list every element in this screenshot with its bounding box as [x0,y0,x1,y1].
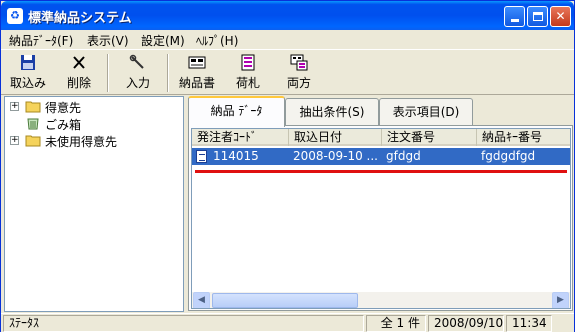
main-window: ♻ 標準納品システム ✕ 納品ﾃﾞｰﾀ(F) 表示(V) 設定(M) ﾍﾙﾌﾟ(… [0,0,575,332]
expand-icon[interactable]: + [10,136,19,145]
import-button[interactable]: 取込み [6,54,50,94]
toolbar-separator [107,54,109,92]
tab-display-items[interactable]: 表示項目(D) [379,98,473,125]
tab-extract-conditions[interactable]: 抽出条件(S) [285,98,379,125]
column-header[interactable]: 取込日付 [289,129,382,146]
maximize-icon [532,12,543,21]
minimize-button[interactable] [504,6,525,27]
tree-item-trash[interactable]: ごみ箱 [5,115,175,133]
tag-button[interactable]: 荷札 [226,54,270,94]
toolbar: 取込み 削除 入力 納品書 荷札 両方 [1,49,574,95]
tab-strip: 納品 ﾃﾞｰﾀ 抽出条件(S) 表示項目(D) [188,96,573,127]
expand-icon[interactable]: + [10,102,19,111]
close-button[interactable]: ✕ [550,6,571,27]
cell-order-number: gfdgd [386,149,421,163]
scroll-right-button[interactable]: ▶ [552,292,569,308]
delete-button[interactable]: 削除 [57,54,101,94]
highlight-underline [195,170,567,173]
menu-help[interactable]: ﾍﾙﾌﾟ(H) [196,32,238,49]
tree-item-unused-customers[interactable]: + 未使用得意先 [5,132,175,150]
list-view[interactable]: 発注者ｺｰﾄﾞ 取込日付 注文番号 納品ｷｰ番号 114015 2008-09-… [191,128,571,309]
tab-delivery-data[interactable]: 納品 ﾃﾞｰﾀ [188,96,285,127]
cell-import-date: 2008-09-10 ... [293,149,378,163]
table-row[interactable]: 114015 2008-09-10 ... gfdgd fgdgdfgd [192,148,570,165]
both-icon [290,54,308,71]
minimize-icon [510,19,519,22]
record-count: 全 1 件 [366,315,426,332]
scroll-left-button[interactable]: ◀ [193,292,210,308]
floppy-disk-icon [21,55,35,70]
tab-panel: 発注者ｺｰﾄﾞ 取込日付 注文番号 納品ｷｰ番号 114015 2008-09-… [188,125,573,311]
delete-x-icon [73,56,85,69]
folder-icon [25,101,41,113]
wrench-icon [129,54,144,69]
maximize-button[interactable] [527,6,548,27]
recycle-bin-icon [27,118,39,130]
close-icon: ✕ [555,9,566,23]
column-header[interactable]: 発注者ｺｰﾄﾞ [192,129,289,146]
folder-icon [25,135,41,147]
both-button[interactable]: 両方 [277,54,321,94]
status-date: 2008/09/10 [428,315,504,332]
menu-view[interactable]: 表示(V) [87,32,129,49]
invoice-icon [188,56,206,69]
app-icon[interactable]: ♻ [7,8,23,24]
tag-icon [241,54,255,71]
tree-view[interactable]: + 得意先 ごみ箱 + 未使用得意先 [4,96,184,312]
toolbar-separator [167,54,169,92]
menu-bar: 納品ﾃﾞｰﾀ(F) 表示(V) 設定(M) ﾍﾙﾌﾟ(H) [1,30,574,49]
status-text: ｽﾃｰﾀｽ [3,315,364,332]
status-bar: ｽﾃｰﾀｽ 全 1 件 2008/09/10 11:34 [1,313,574,332]
menu-settings[interactable]: 設定(M) [141,32,185,49]
window-title: 標準納品システム [28,11,132,26]
status-time: 11:34 [506,315,552,332]
invoice-button[interactable]: 納品書 [175,54,219,94]
horizontal-scrollbar[interactable]: ◀ ▶ [192,292,570,308]
tree-item-customers[interactable]: + 得意先 [5,98,175,116]
cell-delivery-key: fgdgdfgd [481,149,536,163]
column-header[interactable]: 納品ｷｰ番号 [477,129,570,146]
tree-item-label: 得意先 [45,101,82,115]
tree-item-label: ごみ箱 [45,118,82,132]
scroll-thumb[interactable] [212,293,358,308]
cell-orderer-code: 114015 [213,149,259,163]
document-icon [196,150,207,163]
title-bar[interactable]: ♻ 標準納品システム ✕ [1,1,574,30]
input-button[interactable]: 入力 [116,54,160,94]
list-header: 発注者ｺｰﾄﾞ 取込日付 注文番号 納品ｷｰ番号 [192,129,570,146]
column-header[interactable]: 注文番号 [382,129,477,146]
menu-data[interactable]: 納品ﾃﾞｰﾀ(F) [9,32,73,49]
tree-item-label: 未使用得意先 [45,135,118,149]
